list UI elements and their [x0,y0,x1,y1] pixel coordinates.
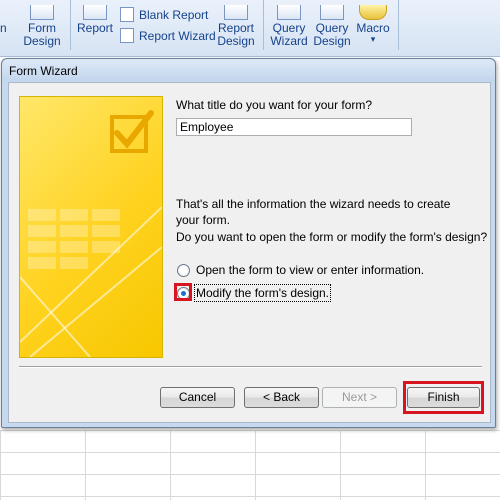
ribbon-separator [70,0,71,50]
ribbon-separator [398,0,399,50]
title-question: What title do you want for your form? [176,98,373,112]
query-design-label-2: Design [313,34,351,48]
dialog-body: What title do you want for your form? Th… [8,82,491,423]
report-design-button[interactable]: Report Design [216,5,256,48]
report-icon [83,5,107,20]
query-design-button[interactable]: Query Design [311,5,353,48]
ribbon: n Form Design Report Blank Report Report… [0,0,500,57]
report-wizard-label: Report Wizard [139,28,216,43]
open-form-option[interactable]: Open the form to view or enter informati… [177,263,424,277]
wizard-illustration-graphic [20,110,162,357]
macro-button[interactable]: Macro ▾ [354,5,392,44]
button-separator [19,366,482,368]
report-label: Report [76,21,114,35]
report-design-icon [224,5,248,20]
chevron-down-icon: ▾ [370,34,376,44]
modify-design-option[interactable]: Modify the form's design. [177,284,332,302]
form-design-icon [30,5,54,20]
dialog-title: Form Wizard [9,64,78,78]
back-button[interactable]: < Back [244,387,319,408]
partial-ribbon-item: n [0,22,7,35]
blank-report-label: Blank Report [139,7,209,22]
query-wizard-button[interactable]: Query Wizard [268,5,310,48]
partial-ribbon-label: n [0,21,7,35]
open-form-label[interactable]: Open the form to view or enter informati… [196,263,424,277]
open-form-radio[interactable] [177,263,190,277]
background-grid [0,430,500,500]
info-text: That's all the information the wizard ne… [176,197,451,227]
wizard-illustration [19,96,163,358]
dialog-titlebar[interactable]: Form Wizard [2,59,495,81]
macro-icon [359,5,387,20]
action-question: Do you want to open the form or modify t… [176,230,488,244]
modify-design-label[interactable]: Modify the form's design. [193,284,332,302]
blank-report-icon [120,7,134,22]
checkmark-icon [110,110,154,153]
cancel-button[interactable]: Cancel [160,387,235,408]
blank-report-button[interactable]: Blank Report [120,7,208,22]
form-design-button[interactable]: Form Design [22,5,62,48]
report-button[interactable]: Report [76,5,114,35]
highlight-box-radio [174,283,192,301]
query-wizard-label-2: Wizard [270,34,308,48]
ribbon-separator [263,0,264,50]
report-wizard-icon [120,28,134,43]
form-title-input[interactable] [176,118,412,136]
query-wizard-icon [277,5,301,20]
highlight-box-finish [403,381,484,414]
query-design-icon [320,5,344,20]
report-wizard-button[interactable]: Report Wizard [120,28,216,43]
report-design-label-2: Design [217,34,255,48]
next-button[interactable]: Next > [322,387,397,408]
form-wizard-dialog: Form Wizard What title do you want for y… [1,58,496,428]
form-design-label-2: Design [23,34,61,48]
